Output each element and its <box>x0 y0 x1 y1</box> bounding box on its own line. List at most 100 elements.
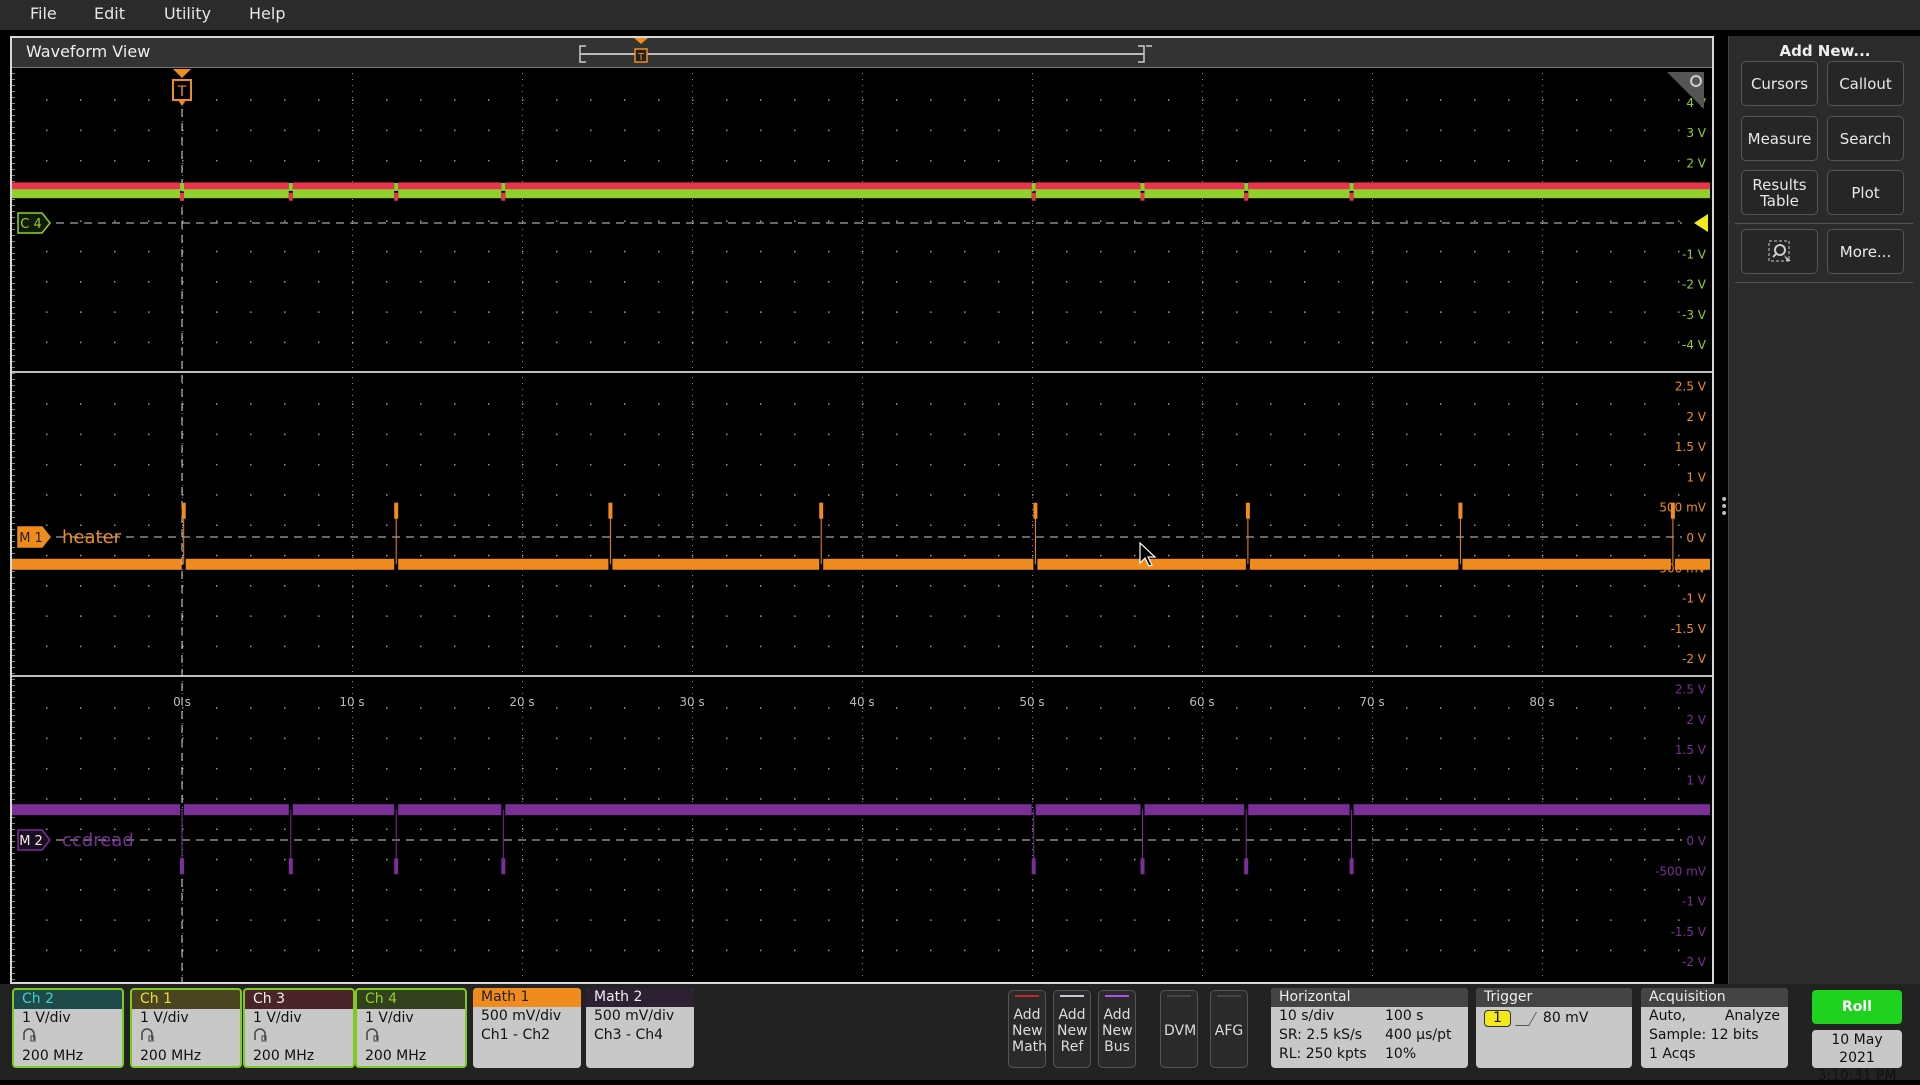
dvm-button[interactable]: DVM <box>1160 990 1198 1068</box>
timeline-overview[interactable]: T <box>572 38 1152 68</box>
grid-dot <box>1542 723 1543 724</box>
menu-help[interactable]: Help <box>249 4 285 23</box>
callout-button[interactable]: Callout <box>1827 61 1904 106</box>
grid-dot <box>862 587 863 588</box>
grid-dot <box>1032 145 1033 146</box>
grid-dot <box>1678 99 1680 101</box>
edge-tick <box>12 79 15 80</box>
menu-file[interactable]: File <box>30 4 57 23</box>
grid-dot <box>1032 825 1033 826</box>
grid-dot <box>1202 217 1203 218</box>
add-new-bus-button[interactable]: Add New Bus <box>1098 990 1136 1068</box>
color-bar <box>1015 995 1039 997</box>
grid-dot <box>998 737 1000 740</box>
waveform-plot[interactable]: 4 V3 V2 V1 V-1 V-2 V-3 V-4 V2.5 V2 V1.5 … <box>12 69 1712 982</box>
horizontal-badge[interactable]: Horizontal 10 s/div 100 s SR: 2.5 kS/s 400 µ… <box>1271 988 1468 1068</box>
grid-dot <box>862 509 863 510</box>
grid-dot <box>1440 250 1442 253</box>
grid-dot <box>1372 665 1373 666</box>
grid-dot <box>1032 73 1033 74</box>
menu-utility[interactable]: Utility <box>164 4 211 23</box>
cursors-button[interactable]: Cursors <box>1741 61 1818 106</box>
channel-badge-2[interactable]: Ch 11 V/div 200 MHz <box>130 988 242 1068</box>
grid-dot <box>998 707 1000 709</box>
math-badge-2[interactable]: Math 2 500 mV/div Ch3 - Ch4 <box>586 988 694 1068</box>
grid-dot <box>1032 139 1033 140</box>
grid-dot <box>522 99 524 101</box>
grid-dot <box>1542 103 1543 104</box>
results-table-button[interactable]: Results Table <box>1741 170 1818 215</box>
grid-dot <box>1542 949 1544 952</box>
acquisition-badge[interactable]: Acquisition Auto, Analyze Sample: 12 bits 1 … <box>1641 988 1788 1068</box>
grid-dot <box>1202 491 1203 492</box>
add-new-math-button[interactable]: Add New Math <box>1008 990 1047 1068</box>
grid-dot <box>1236 858 1238 861</box>
grid-dot <box>1542 211 1543 212</box>
math-scale: 500 mV/div <box>481 1008 562 1024</box>
grid-dot <box>1236 129 1238 132</box>
grid-dot <box>658 129 660 132</box>
grid-dot <box>964 919 966 921</box>
roll-button[interactable]: Roll <box>1812 990 1902 1024</box>
grid-dot <box>182 957 183 958</box>
grid-dot <box>1644 585 1646 587</box>
grid-dot <box>1202 849 1203 850</box>
ccdread-trace <box>1144 804 1245 816</box>
grid-dot <box>1542 521 1543 522</box>
trigger-marker[interactable]: T <box>172 69 192 106</box>
measure-button[interactable]: Measure <box>1741 116 1818 161</box>
add-new-ref-button[interactable]: Add New Ref <box>1053 990 1091 1068</box>
more-button[interactable]: More... <box>1827 229 1904 274</box>
grid-dot <box>1372 283 1373 284</box>
grid-dot <box>930 250 932 253</box>
trigger-badge[interactable]: Trigger 1 80 mV <box>1476 988 1632 1068</box>
grid-dot <box>760 798 762 800</box>
grid-dot <box>1304 645 1306 648</box>
grid-dot <box>420 585 422 587</box>
c4-marker[interactable]: C 4 <box>17 212 51 234</box>
math-badge-1[interactable]: Math 1 500 mV/div Ch1 - Ch2 <box>473 988 581 1068</box>
grid-dot <box>1372 963 1373 964</box>
grid-dot <box>352 587 353 588</box>
search-button[interactable]: Search <box>1827 116 1904 161</box>
grid-dot <box>964 645 966 648</box>
zoom-select-button[interactable] <box>1741 229 1818 274</box>
grid-dot <box>522 115 523 116</box>
channel-badge-3[interactable]: Ch 31 V/div 200 MHz <box>243 988 355 1068</box>
divider <box>1735 282 1913 283</box>
datetime-display[interactable]: 10 May 2021 3:10:31 PM <box>1812 1030 1902 1084</box>
grid-dot <box>760 949 762 952</box>
edge-tick <box>12 589 15 590</box>
grid-dot <box>794 524 796 526</box>
edge-tick <box>12 307 15 308</box>
grid-dot <box>182 889 184 891</box>
grid-dot <box>896 828 898 830</box>
waveform-view[interactable]: Waveform View T 4 V3 V2 V1 V-1 V-2 V-3 V… <box>10 36 1714 984</box>
grid-dot <box>522 693 523 694</box>
grid-dot <box>1542 554 1544 557</box>
grid-dot <box>590 919 592 921</box>
grid-dot <box>420 220 422 222</box>
grid-dot <box>1304 767 1306 770</box>
grid-dot <box>1202 229 1203 230</box>
channel-badge-1[interactable]: Ch 21 V/div 200 MHz <box>12 988 124 1068</box>
channel-badge-4[interactable]: Ch 41 V/div 200 MHz <box>355 988 467 1068</box>
m1-marker[interactable]: M 1 <box>17 526 51 548</box>
menu-edit[interactable]: Edit <box>94 4 125 23</box>
grid-dot <box>556 919 558 921</box>
grid-dot <box>114 433 116 436</box>
edge-tick <box>12 661 15 662</box>
grid-dot <box>1474 463 1476 466</box>
panel-resize-handle-icon[interactable]: • • • <box>1720 493 1728 521</box>
grid-dot <box>1134 159 1136 162</box>
grid-dot <box>420 889 422 891</box>
grid-dot <box>862 361 863 362</box>
plot-button[interactable]: Plot <box>1827 170 1904 215</box>
edge-tick <box>12 301 15 302</box>
grid-dot <box>352 503 353 504</box>
grid-dot <box>896 463 898 466</box>
trigger-level-arrow-icon[interactable] <box>1694 214 1708 232</box>
edge-tick <box>12 223 15 224</box>
afg-button[interactable]: AFG <box>1210 990 1248 1068</box>
m2-marker[interactable]: M 2 <box>17 829 51 851</box>
